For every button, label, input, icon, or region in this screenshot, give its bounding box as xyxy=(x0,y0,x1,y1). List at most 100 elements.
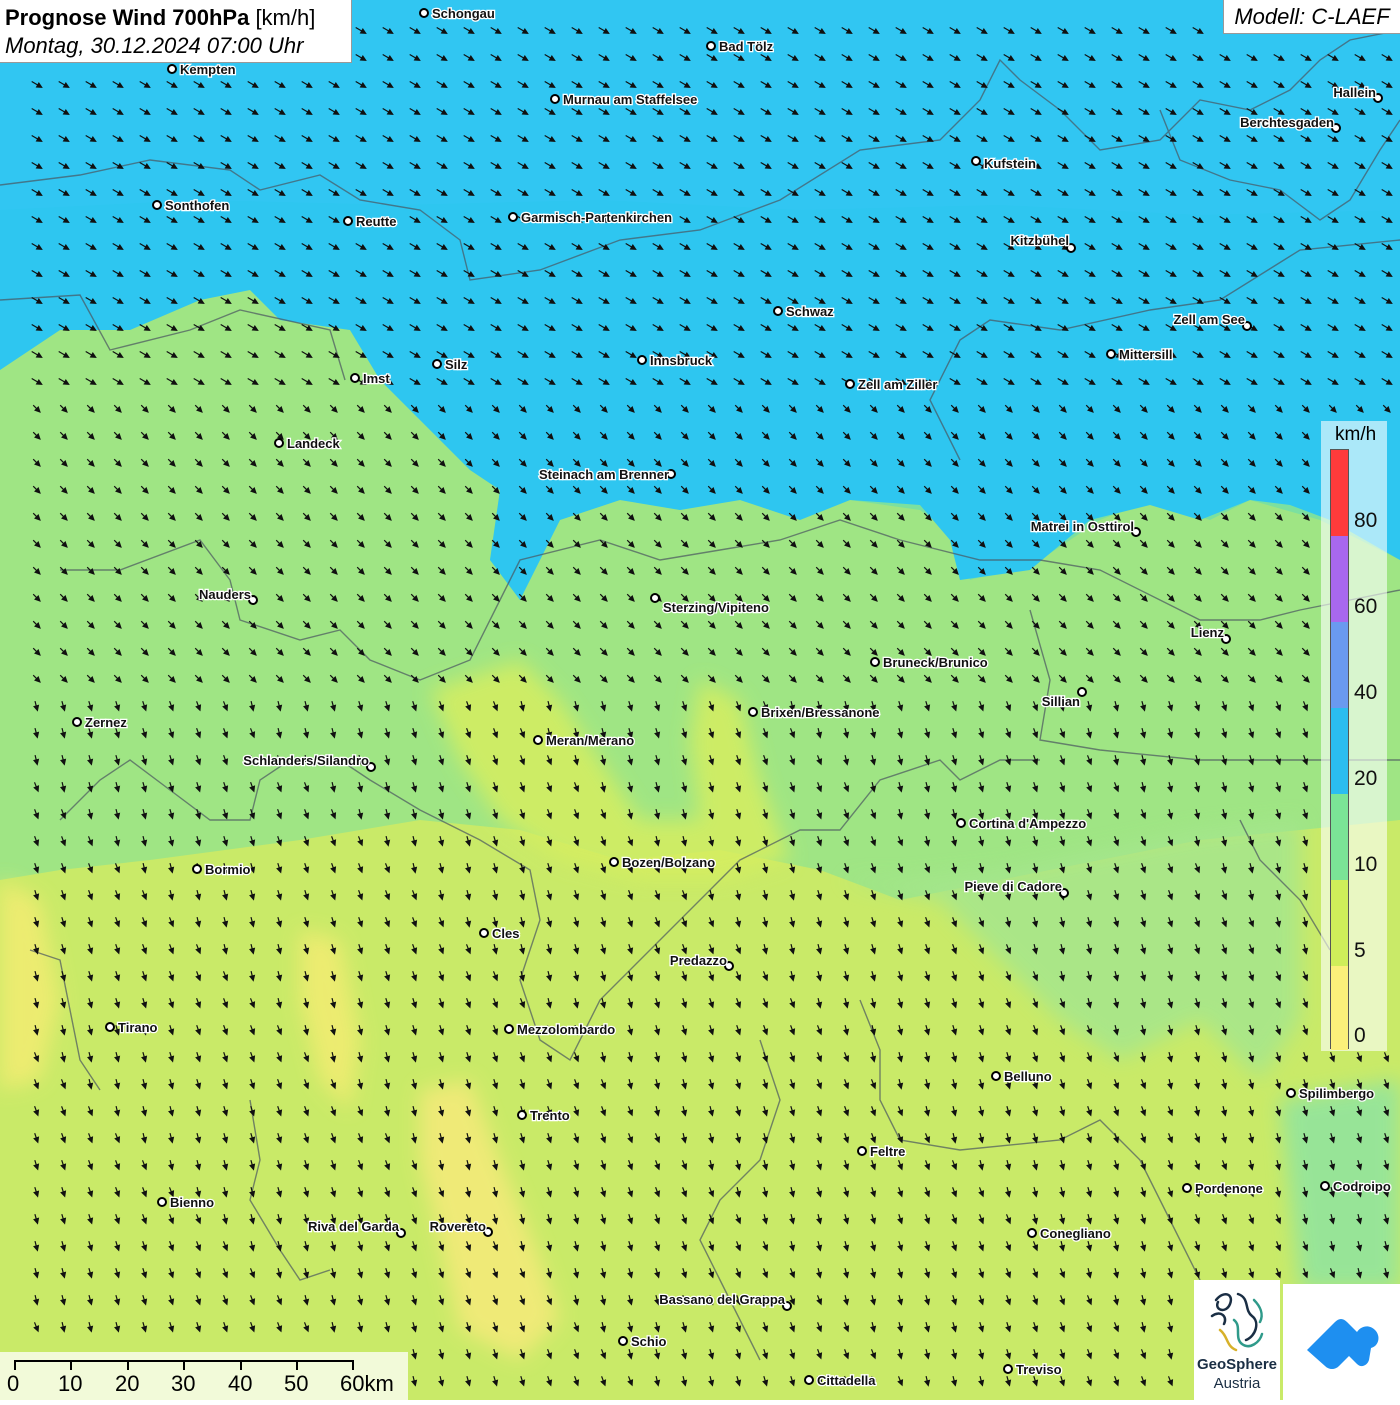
city-label: Landeck xyxy=(287,436,341,451)
city-dot xyxy=(274,438,284,448)
city-label: Kufstein xyxy=(984,156,1036,171)
city-label: Bozen/Bolzano xyxy=(622,855,715,870)
city-marker: Brixen/Bressanone xyxy=(748,704,881,721)
city-label: Mittersill xyxy=(1119,347,1172,362)
city-label: Schwaz xyxy=(786,304,834,319)
city-label: Cortina d'Ampezzo xyxy=(969,816,1086,831)
city-label: Belluno xyxy=(1004,1069,1052,1084)
model-label: Modell: C-LAEF xyxy=(1223,0,1400,34)
city-label: Cles xyxy=(492,926,519,941)
city-label: Innsbruck xyxy=(650,353,713,368)
city-marker: Zell am Ziller xyxy=(845,376,939,393)
map-title: Prognose Wind 700hPa [km/h] xyxy=(5,3,346,32)
city-marker: Garmisch-Partenkirchen xyxy=(508,209,673,226)
geosphere-logo[interactable]: GeoSphere Austria xyxy=(1194,1280,1280,1400)
city-label: Treviso xyxy=(1016,1362,1062,1377)
city-label: Mezzolombardo xyxy=(517,1022,615,1037)
city-marker: Steinach am Brenner xyxy=(538,466,676,483)
legend-label-5: 5 xyxy=(1354,939,1366,962)
city-label: Bienno xyxy=(170,1195,214,1210)
city-dot xyxy=(1286,1088,1296,1098)
city-label: Kitzbühel xyxy=(1011,233,1070,248)
legend-label-20: 20 xyxy=(1354,767,1378,790)
city-marker: Berchtesgaden xyxy=(1239,114,1341,133)
city-label: Schongau xyxy=(432,6,495,21)
forecast-date: Montag, 30.12.2024 07:00 Uhr xyxy=(5,33,304,58)
scale-label-50: 50 xyxy=(284,1371,309,1396)
city-label: Imst xyxy=(363,371,390,386)
city-label: Bad Tölz xyxy=(719,39,774,54)
city-dot xyxy=(533,735,543,745)
city-label: Hallein xyxy=(1333,85,1376,100)
city-label: Trento xyxy=(530,1108,570,1123)
legend-seg-0 xyxy=(1331,966,1348,1050)
legend-seg-10 xyxy=(1331,794,1348,880)
city-dot xyxy=(845,379,855,389)
city-dot xyxy=(748,707,758,717)
scale-label-30: 30 xyxy=(171,1371,196,1396)
scale-tick xyxy=(70,1360,72,1370)
city-dot xyxy=(350,373,360,383)
city-label: Nauders xyxy=(199,587,251,602)
legend-seg-40 xyxy=(1331,622,1348,708)
mountain-cloud-icon xyxy=(1307,1319,1379,1369)
city-dot xyxy=(956,818,966,828)
legend-seg-80 xyxy=(1331,450,1348,536)
city-label: Feltre xyxy=(870,1144,905,1159)
title-box: Prognose Wind 700hPa [km/h] Montag, 30.1… xyxy=(0,0,352,63)
scale-tick xyxy=(296,1360,298,1370)
city-label: Bassano del Grappa xyxy=(659,1292,785,1307)
city-dot xyxy=(504,1024,514,1034)
city-label: Matrei in Osttirol xyxy=(1031,519,1134,534)
city-label: Lienz xyxy=(1191,625,1225,640)
scale-tick xyxy=(352,1360,354,1370)
city-label: Pieve di Cadore xyxy=(964,879,1062,894)
city-marker: Meran/Merano xyxy=(533,732,635,749)
city-label: Kempten xyxy=(180,62,236,77)
city-dot xyxy=(609,857,619,867)
title-main: Prognose Wind 700hPa xyxy=(5,5,250,30)
legend-seg-20 xyxy=(1331,708,1348,794)
city-label: Predazzo xyxy=(670,953,727,968)
scale-label-0: 0 xyxy=(7,1371,20,1396)
city-label: Codroipo xyxy=(1333,1179,1391,1194)
city-marker: Innsbruck xyxy=(637,352,714,369)
city-label: Sterzing/Vipiteno xyxy=(663,600,769,615)
city-dot xyxy=(706,41,716,51)
scale-tick xyxy=(14,1360,16,1370)
city-label: Murnau am Staffelsee xyxy=(563,92,697,107)
city-label: Steinach am Brenner xyxy=(539,467,669,482)
scale-label-60km: 60km xyxy=(340,1371,394,1396)
city-marker: Nauders xyxy=(198,586,258,605)
city-dot xyxy=(343,216,353,226)
city-dot xyxy=(550,94,560,104)
city-marker: Rovereto xyxy=(428,1218,493,1237)
city-label: Reutte xyxy=(356,214,396,229)
city-marker: Mezzolombardo xyxy=(504,1021,617,1038)
city-marker: Predazzo xyxy=(669,952,734,971)
geosphere-icon xyxy=(1210,1292,1264,1352)
city-label: Berchtesgaden xyxy=(1240,115,1334,130)
logo-line2: Austria xyxy=(1213,1375,1261,1392)
scale-label-40: 40 xyxy=(228,1371,253,1396)
city-label: Meran/Merano xyxy=(546,733,634,748)
city-dot xyxy=(105,1022,115,1032)
app-logo[interactable] xyxy=(1283,1284,1400,1400)
city-dot xyxy=(167,64,177,74)
city-dot xyxy=(1182,1183,1192,1193)
city-marker: Schongau xyxy=(419,5,496,22)
city-dot xyxy=(1003,1364,1013,1374)
city-dot xyxy=(517,1110,527,1120)
city-dot xyxy=(1320,1181,1330,1191)
city-dot xyxy=(479,928,489,938)
city-label: Zell am See xyxy=(1173,312,1245,327)
city-marker: Bozen/Bolzano xyxy=(609,854,717,871)
city-label: Zernez xyxy=(85,715,127,730)
city-dot xyxy=(804,1375,814,1385)
city-dot xyxy=(991,1071,1001,1081)
legend-seg-5 xyxy=(1331,880,1348,966)
city-marker: Murnau am Staffelsee xyxy=(550,91,699,108)
city-label: Zell am Ziller xyxy=(858,377,937,392)
city-label: Sonthofen xyxy=(165,198,229,213)
city-marker: Bruneck/Brunico xyxy=(870,654,989,671)
